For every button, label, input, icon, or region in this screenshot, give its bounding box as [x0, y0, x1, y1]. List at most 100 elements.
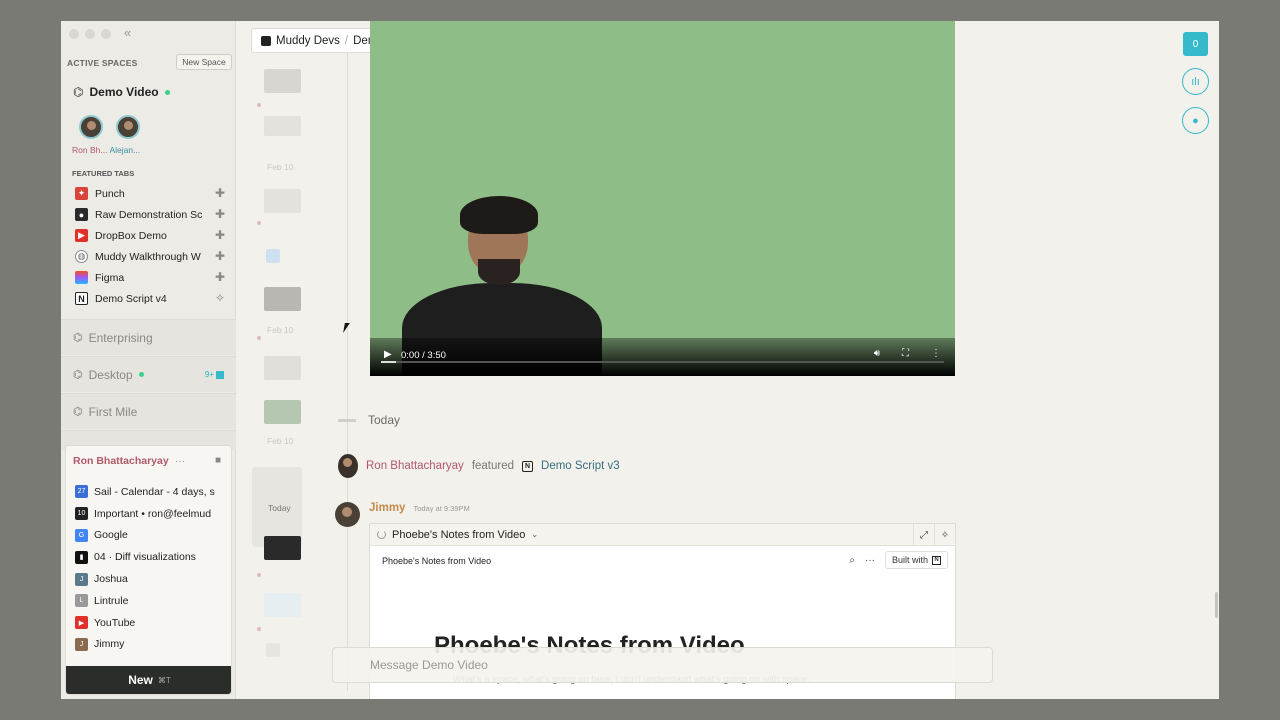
expand-icon[interactable]: ⤢: [913, 524, 934, 546]
space-item-enterprising[interactable]: ⌬ Enterprising: [61, 319, 236, 355]
space-icon: ⌬: [73, 85, 84, 99]
avatar[interactable]: [116, 115, 140, 139]
message-placeholder: Message Demo Video: [370, 658, 488, 672]
chevron-down-icon[interactable]: ⌄: [531, 530, 538, 539]
user-tab-list: 27 Sail - Calendar - 4 days, s 10 Important…: [66, 476, 231, 655]
org-logo-icon: [261, 35, 271, 46]
timeline-dot: [257, 627, 261, 631]
play-icon[interactable]: ▶: [384, 349, 392, 360]
close-window-button[interactable]: [69, 29, 79, 39]
message-author[interactable]: Jimmy: [369, 502, 405, 514]
page-breadcrumb[interactable]: Phoebe's Notes from Video: [382, 556, 491, 566]
avatar[interactable]: [79, 115, 103, 139]
volume-icon[interactable]: 🔊︎: [874, 348, 880, 359]
video-controls: ▶ 0:00 / 3:50 🔊︎ ⛶ ⋮: [370, 338, 955, 376]
scrollbar[interactable]: [1215, 592, 1218, 618]
space-item-desktop[interactable]: ⌬ Desktop 9+: [61, 356, 236, 392]
featured-tab[interactable]: ◍ Muddy Walkthrough W ✚: [75, 246, 225, 267]
video-player[interactable]: ▶ 0:00 / 3:50 🔊︎ ⛶ ⋮: [370, 21, 955, 376]
user-tab-item[interactable]: J Jimmy: [75, 634, 231, 656]
pin-icon[interactable]: ✚: [215, 207, 225, 221]
timeline-date: Feb 10: [267, 325, 294, 335]
app-window: « ACTIVE SPACES New Space ⌬ Demo Video R…: [61, 21, 1219, 699]
search-icon[interactable]: ⌕: [849, 555, 855, 566]
embed-tools: ⤢ ✧: [913, 524, 955, 546]
user-tab-item[interactable]: ▶ YouTube: [75, 612, 231, 634]
timeline-thumbnail[interactable]: [264, 69, 301, 93]
pin-icon[interactable]: ✚: [215, 270, 225, 284]
new-space-button[interactable]: New Space: [176, 54, 232, 70]
pin-icon[interactable]: ✚: [215, 186, 225, 200]
breadcrumb-org[interactable]: Muddy Devs: [276, 35, 340, 47]
google-icon: G: [75, 528, 88, 542]
sparkle-icon[interactable]: ✧: [215, 291, 225, 305]
timeline-line: [347, 51, 348, 691]
linear-icon: ▮: [75, 550, 88, 564]
timeline-thumbnail[interactable]: [266, 249, 280, 263]
built-with-badge[interactable]: Built with N: [884, 551, 948, 569]
audio-icon[interactable]: ılı: [1182, 68, 1209, 95]
more-vertical-icon[interactable]: ⋮: [931, 348, 941, 359]
timeline-today-block[interactable]: Today: [252, 467, 302, 547]
timeline-thumbnail[interactable]: [266, 643, 280, 657]
user-tab-item[interactable]: G Google: [75, 525, 231, 547]
user-tab-item[interactable]: ▮ 04 · Diff visualizations: [75, 546, 231, 568]
message-time: Today at 9:39PM: [413, 504, 470, 513]
today-divider: Today: [338, 413, 400, 427]
video-frame: [478, 259, 520, 285]
space-icon: ⌬: [73, 369, 83, 381]
pin-icon[interactable]: ✚: [215, 249, 225, 263]
timeline-dot: [257, 221, 261, 225]
online-dot-icon: [138, 372, 144, 377]
timeline-thumbnail[interactable]: [264, 287, 301, 311]
featured-tab[interactable]: ✦ Punch ✚: [75, 183, 225, 204]
video-progress-bar[interactable]: [381, 361, 944, 363]
current-space[interactable]: ⌬ Demo Video: [73, 85, 170, 99]
timeline-thumbnail[interactable]: [264, 189, 301, 213]
timeline-thumbnail[interactable]: [264, 356, 301, 380]
user-icon[interactable]: ●: [1182, 107, 1209, 134]
today-label: Today: [368, 413, 401, 427]
tab-label: Punch: [95, 187, 125, 200]
event-user[interactable]: Ron Bhattacharyay: [366, 460, 464, 472]
globe-icon: ◍: [75, 250, 88, 263]
more-icon[interactable]: ···: [865, 555, 875, 566]
fullscreen-icon[interactable]: ⛶: [902, 348, 909, 359]
timeline-thumbnail[interactable]: [264, 400, 301, 424]
user-tab-item[interactable]: J Joshua: [75, 568, 231, 590]
featured-tab[interactable]: Figma ✚: [75, 267, 225, 288]
more-icon[interactable]: ···: [175, 455, 186, 467]
window-controls: [69, 29, 111, 39]
featured-tab[interactable]: ▶ DropBox Demo ✚: [75, 225, 225, 246]
pin-icon[interactable]: ✚: [215, 228, 225, 242]
sparkle-icon[interactable]: ✧: [934, 524, 955, 546]
zoom-window-button[interactable]: [101, 29, 111, 39]
notification-count[interactable]: 0: [1183, 32, 1208, 56]
timeline-thumbnail[interactable]: [264, 536, 301, 560]
avatar[interactable]: [335, 502, 360, 527]
user-tab-item[interactable]: 10 Important • ron@feelmud: [75, 503, 231, 525]
user-name[interactable]: Ron Bhattacharyay: [73, 455, 169, 467]
timeline-thumbnail[interactable]: [264, 116, 301, 136]
tab-label: DropBox Demo: [95, 229, 167, 242]
user-icon: J: [75, 637, 88, 651]
new-tab-button[interactable]: New ⌘T: [66, 666, 231, 694]
embed-title[interactable]: Phoebe's Notes from Video: [392, 529, 525, 541]
space-item-first-mile[interactable]: ⌬ First Mile: [61, 393, 236, 429]
trash-icon[interactable]: ■: [215, 455, 221, 466]
punch-icon: ✦: [75, 187, 88, 200]
minimize-window-button[interactable]: [85, 29, 95, 39]
collapse-sidebar-icon[interactable]: «: [124, 25, 131, 40]
timeline-date: Feb 10: [267, 436, 294, 446]
message-input[interactable]: Message Demo Video: [332, 647, 993, 683]
event-doc-link[interactable]: Demo Script v3: [541, 460, 620, 472]
new-label: New: [128, 673, 153, 687]
user-tab-item[interactable]: 27 Sail - Calendar - 4 days, s: [75, 481, 231, 503]
featured-tab[interactable]: ● Raw Demonstration Sc ✚: [75, 204, 225, 225]
timeline-thumbnail[interactable]: [264, 593, 301, 617]
tab-label: Muddy Walkthrough W: [95, 250, 201, 263]
notion-icon: N: [522, 460, 534, 472]
featured-tab[interactable]: N Demo Script v4 ✧: [75, 288, 225, 309]
avatar[interactable]: [338, 454, 358, 478]
user-tab-item[interactable]: L Lintrule: [75, 590, 231, 612]
